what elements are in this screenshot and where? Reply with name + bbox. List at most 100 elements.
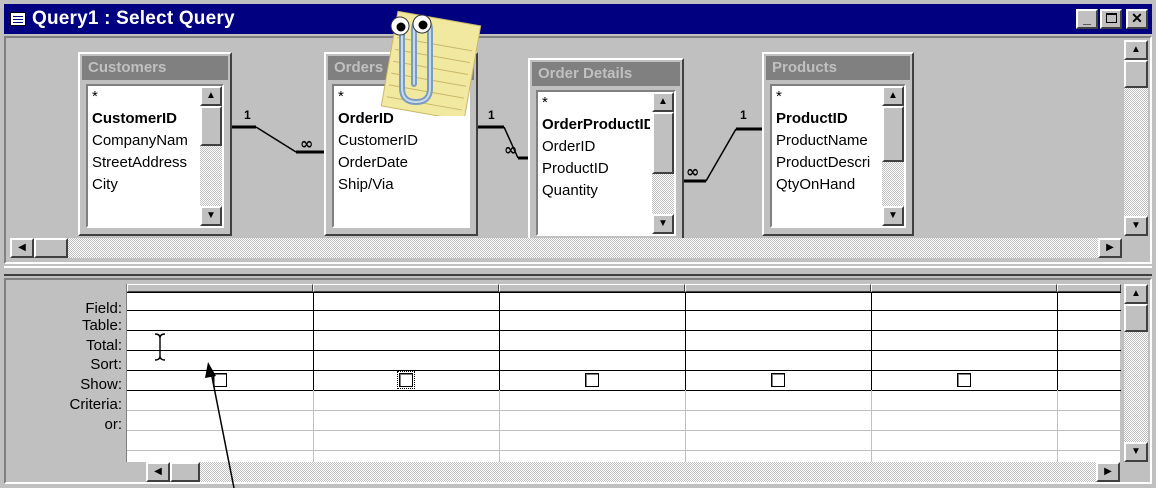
- show-checkbox[interactable]: [957, 373, 971, 387]
- column-selector[interactable]: [1057, 284, 1121, 292]
- field-item[interactable]: Quantity: [538, 180, 650, 202]
- show-checkbox[interactable]: [585, 373, 599, 387]
- field-item[interactable]: OrderID: [538, 136, 650, 158]
- grid-vertical-scrollbar[interactable]: ▲ ▼: [1124, 284, 1148, 462]
- query-window-icon[interactable]: [10, 12, 26, 26]
- field-list[interactable]: * OrderProductID OrderID ProductID Quant…: [536, 90, 676, 236]
- field-item[interactable]: CustomerID: [334, 130, 468, 152]
- scroll-thumb[interactable]: [1124, 60, 1148, 88]
- arrow-down-icon: ▼: [1131, 446, 1141, 457]
- arrow-right-icon: ▶: [1106, 242, 1114, 253]
- field-item[interactable]: ProductDescri: [772, 152, 880, 174]
- table-title[interactable]: Products: [766, 56, 910, 80]
- field-item[interactable]: StreetAddress: [88, 152, 198, 174]
- table-design-pane[interactable]: 1 ∞ 1 ∞ 1 ∞ Customers * CustomerID Compa…: [4, 10, 1152, 264]
- column-selector[interactable]: [685, 284, 871, 292]
- field-item[interactable]: QtyOnHand: [772, 174, 880, 196]
- arrow-up-icon: ▲: [1131, 288, 1141, 299]
- field-item[interactable]: OrderProductID: [538, 114, 650, 136]
- scroll-up-button[interactable]: ▲: [652, 92, 674, 112]
- scroll-left-button[interactable]: ◀: [10, 238, 34, 258]
- field-item[interactable]: ProductID: [772, 108, 880, 130]
- show-checkbox[interactable]: [397, 371, 415, 389]
- table-title[interactable]: Customers: [82, 56, 228, 80]
- field-item[interactable]: *: [772, 86, 880, 108]
- scroll-up-button[interactable]: ▲: [200, 86, 222, 106]
- scroll-left-button[interactable]: ◀: [146, 462, 170, 482]
- scroll-down-button[interactable]: ▼: [1124, 442, 1148, 462]
- field-item[interactable]: ProductID: [538, 158, 650, 180]
- close-button[interactable]: ✕: [1126, 9, 1148, 29]
- column-selector[interactable]: [313, 284, 499, 292]
- row-label-show: Show:: [80, 376, 122, 393]
- field-list-scrollbar[interactable]: ▲ ▼: [882, 86, 904, 226]
- scroll-thumb[interactable]: [882, 106, 904, 162]
- scroll-thumb[interactable]: [1124, 304, 1148, 332]
- table-products[interactable]: Products * ProductID ProductName Product…: [762, 52, 914, 236]
- scroll-thumb[interactable]: [170, 462, 200, 482]
- field-item[interactable]: ProductName: [772, 130, 880, 152]
- field-item[interactable]: City: [88, 174, 198, 196]
- field-item[interactable]: *: [538, 92, 650, 114]
- office-assistant-paperclip-icon[interactable]: [372, 4, 492, 116]
- field-list[interactable]: * CustomerID CompanyNam StreetAddress Ci…: [86, 84, 224, 228]
- grid-horizontal-scrollbar[interactable]: ◀ ▶: [146, 462, 1120, 482]
- maximize-button[interactable]: [1100, 9, 1122, 29]
- scroll-right-button[interactable]: ▶: [1098, 238, 1122, 258]
- scroll-up-button[interactable]: ▲: [1124, 40, 1148, 60]
- grid-column-line: [313, 390, 314, 462]
- relationship-many-label: ∞: [300, 134, 314, 153]
- row-label-total: Total:: [86, 337, 122, 354]
- field-item[interactable]: OrderDate: [334, 152, 468, 174]
- grid-row-line: [127, 370, 1121, 371]
- row-label-criteria: Criteria:: [69, 396, 122, 413]
- field-item[interactable]: CompanyNam: [88, 130, 198, 152]
- minimize-button[interactable]: _: [1076, 9, 1098, 29]
- scroll-thumb[interactable]: [200, 106, 222, 146]
- pane-splitter[interactable]: [4, 266, 1152, 276]
- scroll-right-button[interactable]: ▶: [1096, 462, 1120, 482]
- design-pane-horizontal-scrollbar[interactable]: ◀ ▶: [10, 238, 1122, 258]
- grid-column-line: [871, 390, 872, 462]
- scroll-down-button[interactable]: ▼: [882, 206, 904, 226]
- show-checkbox[interactable]: [213, 373, 227, 387]
- row-label-sort: Sort:: [90, 356, 122, 373]
- query-grid-pane[interactable]: Field: Table: Total: Sort: Show: Criteri…: [4, 278, 1152, 484]
- field-list-scrollbar[interactable]: ▲ ▼: [200, 86, 222, 226]
- title-bar[interactable]: Query1 : Select Query _ ✕: [4, 4, 1152, 34]
- arrow-down-icon: ▼: [1131, 220, 1141, 231]
- show-checkbox[interactable]: [771, 373, 785, 387]
- arrow-up-icon: ▲: [658, 96, 668, 107]
- relationship-one-label: 1: [244, 108, 251, 122]
- field-item[interactable]: CustomerID: [88, 108, 198, 130]
- query-design-grid[interactable]: [126, 284, 1121, 462]
- arrow-down-icon: ▼: [658, 218, 668, 229]
- grid-column-line: [1057, 292, 1058, 390]
- field-item[interactable]: *: [88, 86, 198, 108]
- arrow-up-icon: ▲: [206, 90, 216, 101]
- arrow-right-icon: ▶: [1104, 466, 1112, 477]
- query-window: Query1 : Select Query _ ✕ 1 ∞ 1 ∞ 1 ∞ Cu…: [0, 0, 1156, 488]
- scroll-thumb[interactable]: [34, 238, 68, 258]
- field-list[interactable]: * ProductID ProductName ProductDescri Qt…: [770, 84, 906, 228]
- grid-column-line: [313, 292, 314, 390]
- scroll-down-button[interactable]: ▼: [200, 206, 222, 226]
- grid-row-line: [127, 390, 1121, 391]
- grid-row-line: [127, 330, 1121, 331]
- field-item[interactable]: Ship/Via: [334, 174, 468, 196]
- table-order-details[interactable]: Order Details * OrderProductID OrderID P…: [528, 58, 684, 244]
- scroll-thumb[interactable]: [652, 112, 674, 174]
- scroll-down-button[interactable]: ▼: [1124, 216, 1148, 236]
- design-pane-vertical-scrollbar[interactable]: ▲ ▼: [1124, 40, 1148, 236]
- grid-column-line: [685, 390, 686, 462]
- relationship-many-label: ∞: [686, 162, 700, 181]
- field-list-scrollbar[interactable]: ▲ ▼: [652, 92, 674, 234]
- column-selector[interactable]: [871, 284, 1057, 292]
- column-selector[interactable]: [499, 284, 685, 292]
- scroll-up-button[interactable]: ▲: [1124, 284, 1148, 304]
- table-title[interactable]: Order Details: [532, 62, 680, 86]
- column-selector[interactable]: [127, 284, 313, 292]
- scroll-down-button[interactable]: ▼: [652, 214, 674, 234]
- table-customers[interactable]: Customers * CustomerID CompanyNam Street…: [78, 52, 232, 236]
- scroll-up-button[interactable]: ▲: [882, 86, 904, 106]
